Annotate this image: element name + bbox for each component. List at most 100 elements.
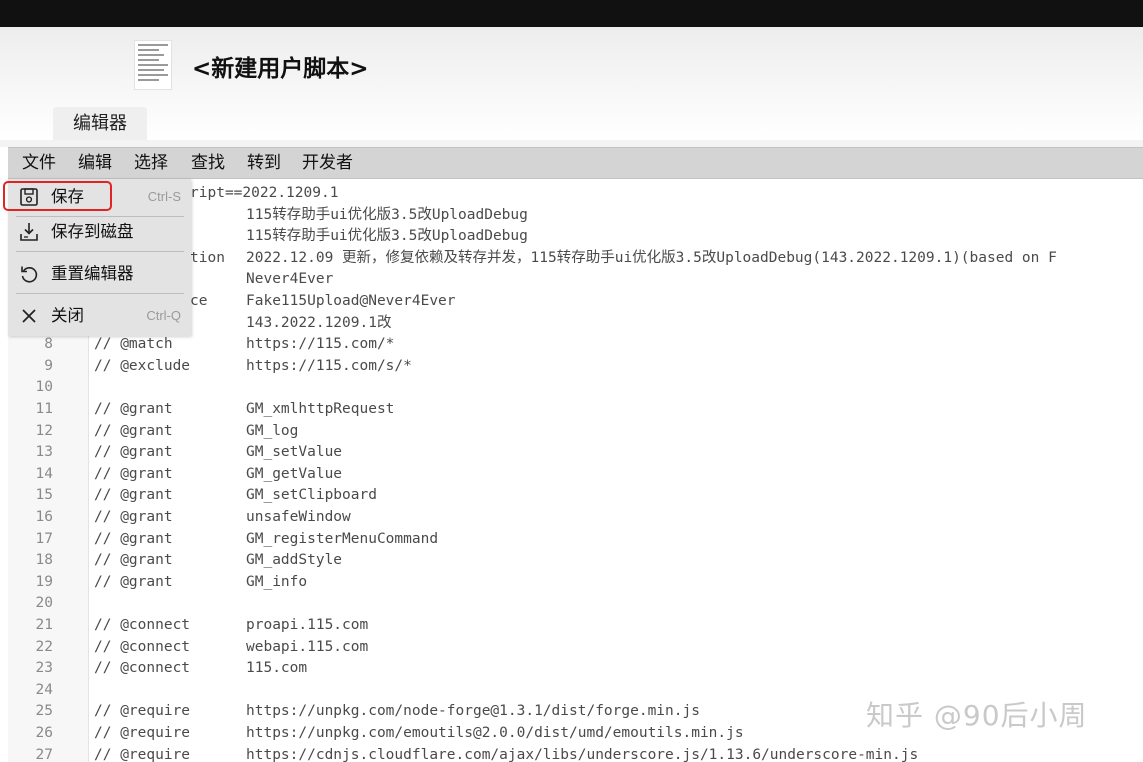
code-key: // @grant: [94, 422, 173, 439]
code-line[interactable]: 18 // @grant GM_addStyle: [8, 550, 1143, 571]
watermark: 知乎 @90后小周: [866, 699, 1088, 732]
line-number: 14: [35, 465, 53, 482]
code-value: 115.com: [246, 660, 308, 677]
code-key: // @exclude: [94, 357, 191, 374]
code-value: https://115.com/*: [246, 336, 395, 353]
line-number: 10: [35, 379, 53, 396]
code-value: GM_info: [246, 573, 308, 590]
menu-item-label: 重置编辑器: [51, 264, 134, 283]
code-line[interactable]: 10: [8, 377, 1143, 398]
code-value: Never4Ever: [246, 271, 334, 288]
line-number: 21: [35, 617, 53, 633]
code-key: // @connect: [94, 638, 191, 655]
code-key: // @connect: [94, 617, 191, 633]
menu-item-save-to-disk[interactable]: 保存到磁盘: [8, 216, 191, 248]
menu-item-label: 保存到磁盘: [51, 222, 134, 241]
tab-editor[interactable]: 编辑器: [53, 107, 147, 141]
code-value: GM_getValue: [246, 465, 343, 482]
window-top-bar: [0, 0, 1143, 27]
code-value: 2022.12.09 更新，修复依赖及转存并发，115转存助手ui优化版3.5改…: [246, 249, 1057, 266]
line-number: 16: [35, 509, 53, 525]
line-number: 18: [35, 552, 53, 569]
close-icon: [22, 309, 36, 323]
code-line[interactable]: 21 // @connect proapi.115.com: [8, 615, 1143, 636]
code-value: GM_xmlhttpRequest: [246, 401, 395, 417]
menu-item-shortcut: Ctrl-Q: [146, 308, 181, 323]
code-line[interactable]: 22 // @connect webapi.115.com: [8, 637, 1143, 658]
code-key: // @match: [94, 336, 173, 353]
code-value: 115转存助手ui优化版3.5改UploadDebug: [246, 228, 528, 245]
code-key: // @require: [94, 725, 191, 741]
code-line[interactable]: 13 // @grant GM_setValue: [8, 442, 1143, 463]
line-number: 27: [35, 746, 53, 762]
code-line[interactable]: 27 // @require https://cdnjs.cloudflare.co…: [8, 745, 1143, 762]
editor-menubar: 文件 编辑 选择 查找 转到 开发者: [8, 147, 1143, 179]
code-value: proapi.115.com: [246, 617, 369, 633]
menu-find[interactable]: 查找: [191, 152, 225, 174]
line-number: 23: [35, 660, 53, 677]
line-number: 22: [35, 638, 53, 655]
code-key: // @grant: [94, 487, 173, 504]
code-key: // @grant: [94, 444, 173, 461]
save-highlight-box: [3, 181, 112, 211]
line-number: 26: [35, 725, 53, 741]
code-value: GM_setValue: [246, 444, 343, 461]
code-value: Fake115Upload@Never4Ever: [246, 293, 456, 309]
script-icon: [134, 40, 172, 90]
code-key: // @grant: [94, 509, 173, 525]
code-value: GM_log: [246, 422, 299, 439]
code-key: // @grant: [94, 530, 173, 547]
line-number: 25: [35, 703, 53, 720]
line-number: 12: [35, 422, 53, 439]
line-number: 19: [35, 573, 53, 590]
menu-goto[interactable]: 转到: [247, 152, 281, 174]
line-number: 17: [35, 530, 53, 547]
line-number: 15: [35, 487, 53, 504]
line-number: 11: [35, 401, 53, 417]
code-value: unsafeWindow: [246, 509, 351, 525]
menu-item-reset-editor[interactable]: 重置编辑器: [8, 258, 191, 290]
code-value: GM_registerMenuCommand: [246, 530, 439, 547]
code-key: // @require: [94, 746, 191, 762]
code-value: https://unpkg.com/emoutils@2.0.0/dist/um…: [246, 725, 744, 741]
code-value: 115转存助手ui优化版3.5改UploadDebug: [246, 206, 528, 223]
code-value: https://115.com/s/*: [246, 357, 412, 374]
menu-developer[interactable]: 开发者: [302, 152, 353, 174]
code-line[interactable]: 8 // @match https://115.com/*: [8, 334, 1143, 355]
line-number: 20: [35, 595, 53, 612]
menu-edit[interactable]: 编辑: [78, 152, 112, 174]
code-line[interactable]: 23 // @connect 115.com: [8, 658, 1143, 679]
menu-separator: [16, 293, 184, 294]
code-line[interactable]: 20: [8, 593, 1143, 614]
code-key: // @grant: [94, 401, 173, 417]
line-number: 9: [44, 357, 53, 374]
code-line[interactable]: 12 // @grant GM_log: [8, 421, 1143, 442]
code-line[interactable]: 15 // @grant GM_setClipboard: [8, 485, 1143, 506]
menu-item-close[interactable]: 关闭 Ctrl-Q: [8, 300, 191, 332]
code-line[interactable]: 9 // @exclude https://115.com/s/*: [8, 356, 1143, 377]
line-number: 13: [35, 444, 53, 461]
code-value: GM_addStyle: [246, 552, 343, 569]
code-key: // @grant: [94, 573, 173, 590]
code-line[interactable]: 11 // @grant GM_xmlhttpRequest: [8, 399, 1143, 420]
page-title: <新建用户脚本>: [192, 56, 369, 82]
menu-item-label: 关闭: [51, 306, 84, 325]
reset-icon: [21, 266, 38, 283]
code-key: // @require: [94, 703, 191, 720]
download-icon: [20, 223, 38, 241]
code-line[interactable]: 19 // @grant GM_info: [8, 572, 1143, 593]
code-value: webapi.115.com: [246, 638, 369, 655]
code-value: 143.2022.1209.1改: [246, 314, 392, 331]
code-line[interactable]: 16 // @grant unsafeWindow: [8, 507, 1143, 528]
code-line[interactable]: 17 // @grant GM_registerMenuCommand: [8, 529, 1143, 550]
code-key: // @grant: [94, 465, 173, 482]
menu-item-shortcut: Ctrl-S: [147, 189, 181, 204]
tab-panel-border: [0, 140, 1143, 147]
code-line[interactable]: 14 // @grant GM_getValue: [8, 464, 1143, 485]
code-value: https://unpkg.com/node-forge@1.3.1/dist/…: [246, 703, 700, 720]
menu-separator: [16, 251, 184, 252]
code-value: GM_setClipboard: [246, 487, 377, 504]
code-key: // @connect: [94, 660, 191, 677]
menu-file[interactable]: 文件: [22, 152, 56, 174]
menu-select[interactable]: 选择: [134, 152, 168, 174]
